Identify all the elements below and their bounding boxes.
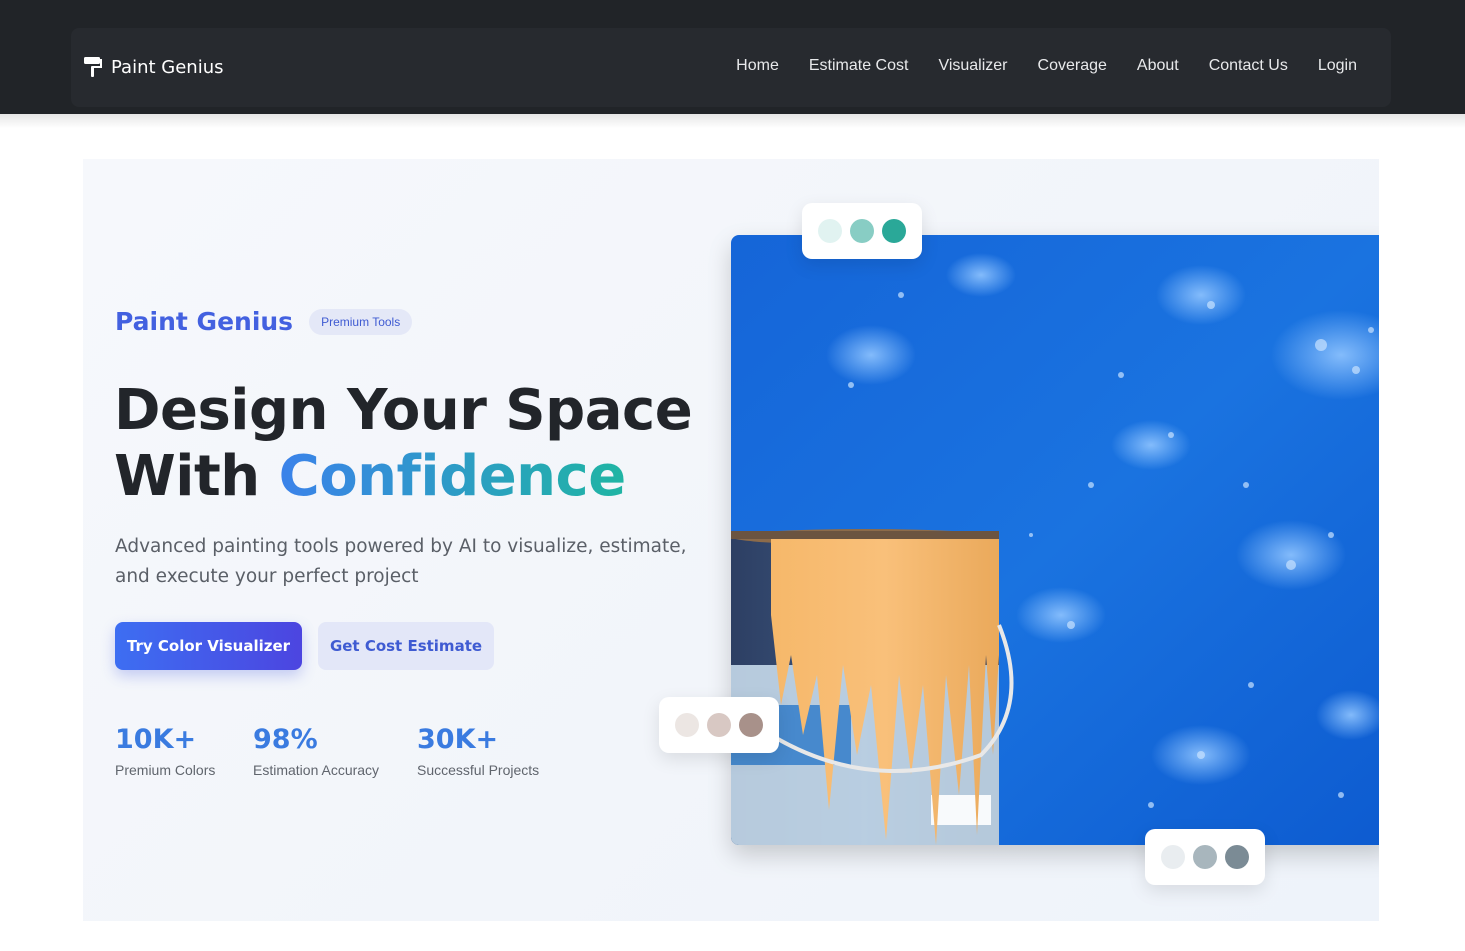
palette-card-bottom: [1145, 829, 1265, 885]
stat-label: Estimation Accuracy: [253, 762, 380, 778]
swatch[interactable]: [675, 713, 699, 737]
stat-label: Premium Colors: [115, 762, 216, 778]
hero-image: [731, 235, 1379, 845]
swatch[interactable]: [707, 713, 731, 737]
stat-value: 98%: [253, 724, 318, 755]
topbar-shadow: [0, 114, 1465, 128]
nav-about[interactable]: About: [1137, 57, 1179, 75]
swatch[interactable]: [1225, 845, 1249, 869]
hero-subtitle: Advanced painting tools powered by AI to…: [115, 536, 687, 587]
hero-tag-row: Paint Genius Premium Tools: [115, 307, 413, 336]
nav-links: Home Estimate Cost Visualizer Coverage A…: [736, 57, 1357, 75]
hero-headline: Design Your Space With Confidence: [114, 378, 693, 510]
swatch[interactable]: [1193, 845, 1217, 869]
stat-premium-colors: 10K+ Premium Colors: [115, 722, 215, 778]
nav-estimate-cost[interactable]: Estimate Cost: [809, 57, 909, 75]
stat-label: Successful Projects: [417, 762, 540, 778]
stat-estimation-accuracy: 98% Estimation Accuracy: [253, 722, 379, 778]
paint-can-photo: [731, 235, 1379, 845]
hero-brand: Paint Genius: [115, 307, 294, 336]
paint-roller-icon: [84, 57, 102, 77]
stat-value: 10K+: [115, 724, 197, 755]
navbar: Paint Genius Home Estimate Cost Visualiz…: [71, 28, 1391, 107]
get-cost-estimate-button[interactable]: Get Cost Estimate: [318, 622, 494, 670]
nav-visualizer[interactable]: Visualizer: [938, 57, 1007, 75]
swatch[interactable]: [1161, 845, 1185, 869]
nav-login[interactable]: Login: [1318, 57, 1357, 75]
stat-value: 30K+: [417, 724, 499, 755]
swatch[interactable]: [882, 219, 906, 243]
top-bar: Paint Genius Home Estimate Cost Visualiz…: [0, 0, 1465, 114]
headline-line-1: Design Your Space: [114, 378, 693, 443]
swatch[interactable]: [818, 219, 842, 243]
swatch[interactable]: [850, 219, 874, 243]
nav-coverage[interactable]: Coverage: [1038, 57, 1107, 75]
try-color-visualizer-button[interactable]: Try Color Visualizer: [115, 622, 302, 670]
hero-section: Paint Genius Premium Tools Design Your S…: [83, 159, 1379, 921]
headline-highlight: Confidence: [278, 444, 627, 509]
palette-card-middle: [659, 697, 779, 753]
nav-contact-us[interactable]: Contact Us: [1209, 57, 1288, 75]
stat-successful-projects: 30K+ Successful Projects: [417, 722, 539, 778]
brand-name: Paint Genius: [111, 56, 224, 78]
nav-home[interactable]: Home: [736, 57, 779, 75]
swatch[interactable]: [739, 713, 763, 737]
palette-card-top: [802, 203, 922, 259]
headline-line-2-prefix: With: [114, 444, 279, 509]
brand-logo[interactable]: Paint Genius: [83, 55, 223, 79]
premium-badge: Premium Tools: [309, 308, 413, 335]
